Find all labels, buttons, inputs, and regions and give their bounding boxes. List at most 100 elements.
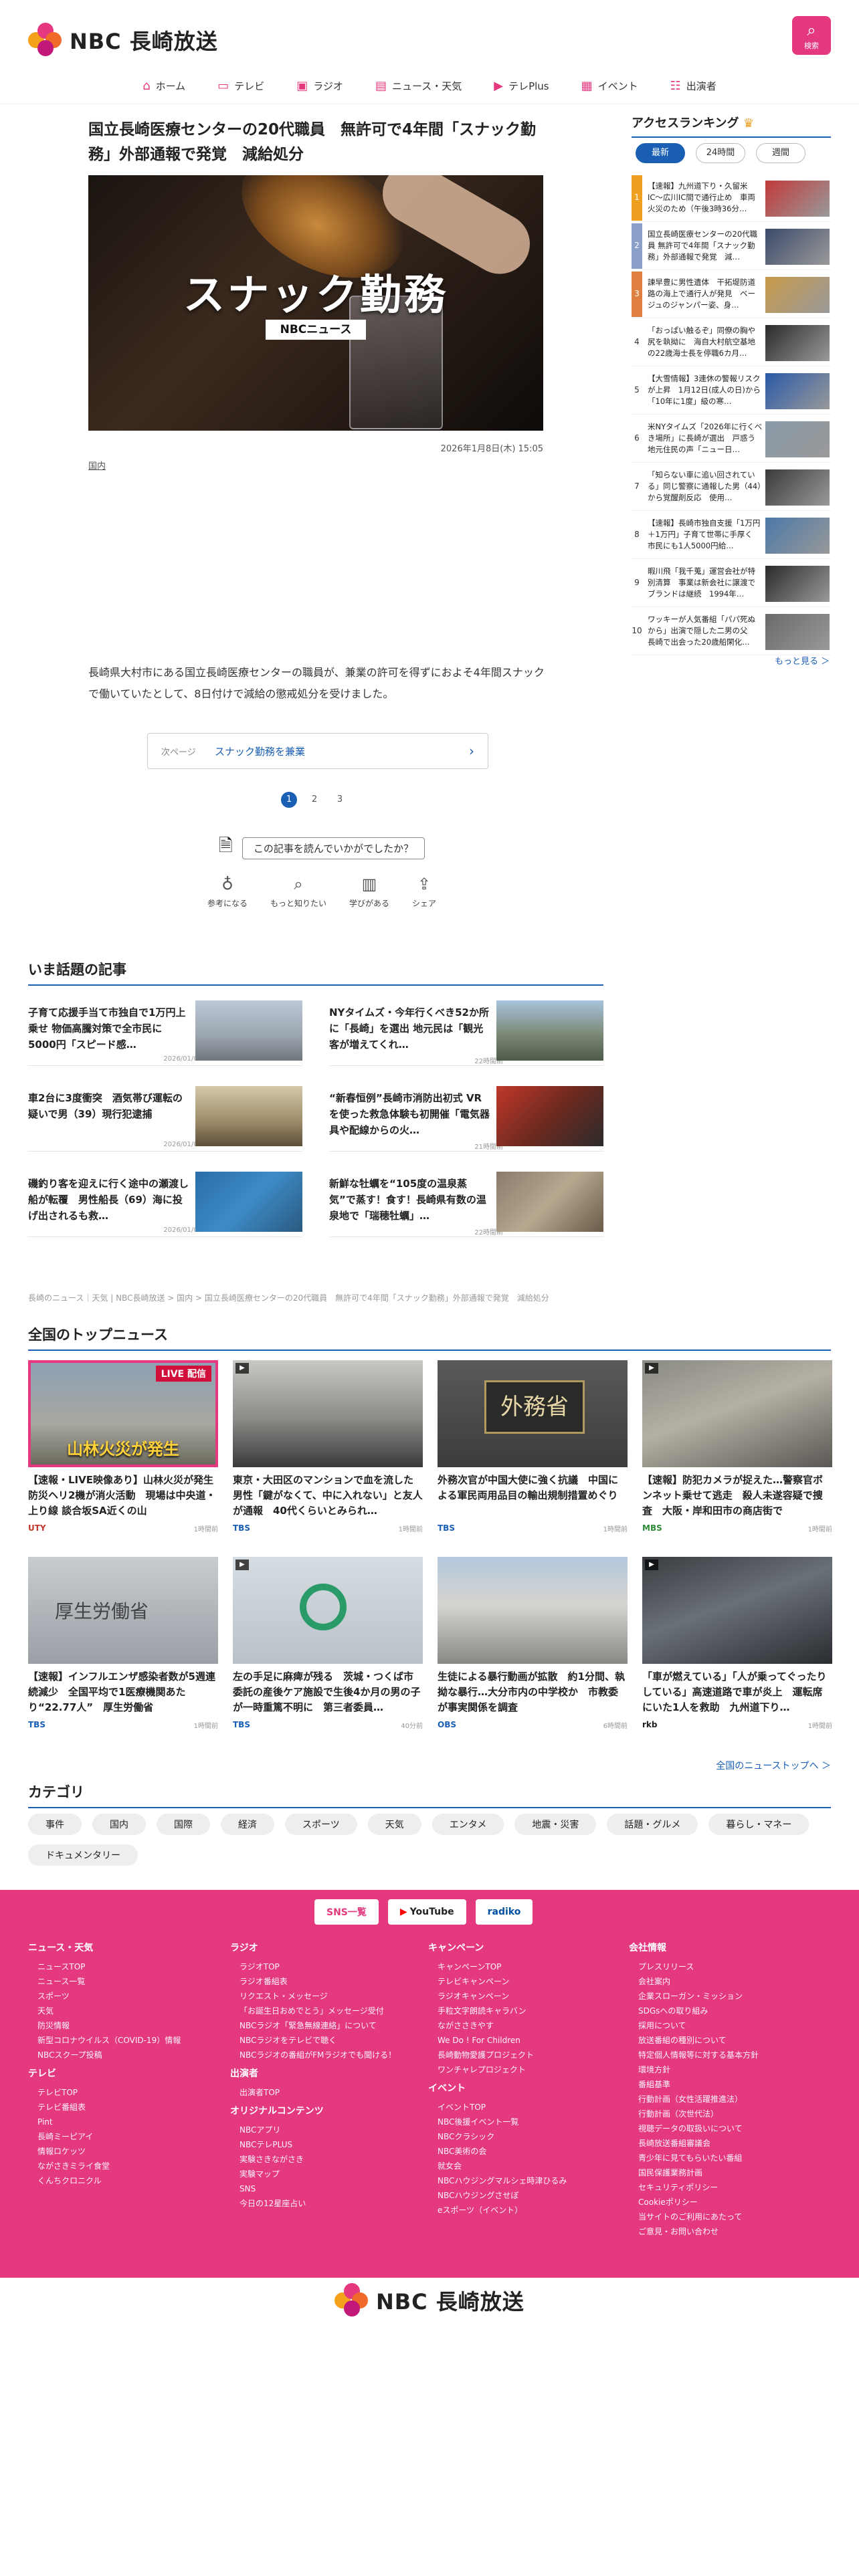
footer-link[interactable]: 実験さきながさき: [230, 2152, 404, 2167]
tab-24h[interactable]: 24時間: [696, 143, 745, 163]
share-button[interactable]: ⇪ シェア: [412, 875, 436, 909]
page-2[interactable]: 2: [306, 792, 322, 808]
radiko-button[interactable]: radiko: [475, 1899, 533, 1925]
footer-link[interactable]: ラジオキャンペーン: [428, 1989, 602, 2004]
footer-link[interactable]: 「お誕生日おめでとう」メッセージ受付: [230, 2004, 404, 2018]
footer-link[interactable]: 長崎ミーピアイ: [28, 2129, 202, 2144]
footer-link[interactable]: 就女会: [428, 2159, 602, 2173]
nav-cast[interactable]: ☷ 出演者: [654, 70, 733, 102]
hot-article-item[interactable]: 磯釣り客を迎えに行く途中の瀬渡し船が転覆 男性船長（69）海に投げ出されるも救……: [28, 1170, 302, 1237]
footer-link[interactable]: 当サイトのご利用にあたって: [629, 2210, 803, 2224]
next-page-button[interactable]: 次ページ スナック勤務を兼業 ›: [147, 733, 488, 769]
feedback-more-button[interactable]: ⌕ もっと知りたい: [270, 875, 326, 909]
footer-link[interactable]: 情報ロケッツ: [28, 2144, 202, 2159]
footer-link[interactable]: NBC美術の会: [428, 2144, 602, 2159]
ranking-more-link[interactable]: もっと見る ＞: [775, 654, 830, 667]
ranking-item[interactable]: 3 諫早豊に男性遺体 干拓堤防道路の海上で通行人が発見 ベージュのジャンパー姿、身…: [632, 272, 831, 318]
footer-link[interactable]: キャンペーンTOP: [428, 1959, 602, 1974]
site-logo[interactable]: NBC 長崎放送: [28, 23, 218, 58]
footer-link[interactable]: プレスリリース: [629, 1959, 803, 1974]
ranking-item[interactable]: 6 米NYタイムズ「2026年に行くべき場所」に長崎が選出 戸惑う地元住民の声「ニ…: [632, 416, 831, 463]
article-category-link[interactable]: 国内: [88, 459, 106, 471]
footer-heading[interactable]: テレビ: [28, 2066, 202, 2080]
footer-link[interactable]: 視聴データの取扱いについて: [629, 2121, 803, 2136]
footer-link[interactable]: テレビ番組表: [28, 2100, 202, 2115]
footer-link[interactable]: 新型コロナウイルス（COVID-19）情報: [28, 2033, 202, 2048]
more-national-news-link[interactable]: 全国のニューストップへ ＞: [716, 1759, 831, 1772]
footer-link[interactable]: 長崎動物愛護プロジェクト: [428, 2048, 602, 2062]
page-3[interactable]: 3: [332, 792, 348, 808]
footer-link[interactable]: NBCラジオ「緊急無線連絡」について: [230, 2018, 404, 2033]
footer-logo[interactable]: NBC 長崎放送: [335, 2283, 524, 2318]
footer-link[interactable]: ながささきやす: [428, 2018, 602, 2033]
footer-heading[interactable]: 出演者: [230, 2066, 404, 2080]
footer-link[interactable]: 番組基準: [629, 2077, 803, 2092]
footer-link[interactable]: くんちクロニクル: [28, 2173, 202, 2188]
footer-link[interactable]: 放送番組の種別について: [629, 2033, 803, 2048]
footer-heading[interactable]: キャンペーン: [428, 1941, 602, 1954]
search-button[interactable]: ⌕ 検索: [792, 16, 831, 55]
footer-link[interactable]: 特定個人情報等に対する基本方針: [629, 2048, 803, 2062]
footer-heading[interactable]: ニュース・天気: [28, 1941, 202, 1954]
footer-link[interactable]: NBC後援イベント一覧: [428, 2115, 602, 2129]
category-chip[interactable]: 事件: [28, 1814, 82, 1835]
footer-link[interactable]: NBCハウジングさせぼ: [428, 2188, 602, 2203]
sns-list-button[interactable]: SNS一覧: [314, 1899, 379, 1925]
top-news-item[interactable]: ▶ 「車が燃えている」「人が乗ってぐったりしている」高速道路で車が炎上 運転席に…: [642, 1557, 832, 1730]
nav-tv[interactable]: ▭ テレビ: [201, 70, 280, 102]
footer-link[interactable]: ニュース一覧: [28, 1974, 202, 1989]
footer-link[interactable]: eスポーツ（イベント）: [428, 2203, 602, 2218]
footer-link[interactable]: 環境方針: [629, 2062, 803, 2077]
footer-link[interactable]: 採用について: [629, 2018, 803, 2033]
nav-event[interactable]: ▦ イベント: [565, 70, 654, 102]
footer-link[interactable]: 今日の12星座占い: [230, 2196, 404, 2211]
category-chip[interactable]: 話題・グルメ: [607, 1814, 698, 1835]
hot-article-item[interactable]: “新春恒例”長崎市消防出初式 VRを使った救急体験も初開催「電気器具や配線からの…: [329, 1085, 603, 1152]
category-chip[interactable]: 地震・災害: [514, 1814, 597, 1835]
footer-heading[interactable]: オリジナルコンテンツ: [230, 2104, 404, 2117]
footer-link[interactable]: NBCハウジングマルシェ時津ひるみ: [428, 2173, 602, 2188]
top-news-item[interactable]: ▶ 左の手足に麻痺が残る 茨城・つくば市委託の産後ケア施設で生後4か月の男の子が…: [233, 1557, 423, 1730]
top-news-item[interactable]: 厚生労働省 【速報】インフルエンザ感染者数が5週連続減少 全国平均で1医療機関あ…: [28, 1557, 218, 1730]
feedback-helpful-button[interactable]: ♁ 参考になる: [207, 875, 248, 909]
footer-link[interactable]: スポーツ: [28, 1989, 202, 2004]
footer-link[interactable]: 行動計画（次世代法）: [629, 2107, 803, 2121]
footer-link[interactable]: ラジオTOP: [230, 1959, 404, 1974]
footer-link[interactable]: セキュリティポリシー: [629, 2180, 803, 2195]
footer-link[interactable]: We Do ! For Children: [428, 2033, 602, 2048]
footer-heading[interactable]: 会社情報: [629, 1941, 803, 1954]
footer-link[interactable]: ニュースTOP: [28, 1959, 202, 1974]
top-news-item[interactable]: 生徒による暴行動画が拡散 約1分間、執拗な暴行…大分市内の中学校か 市教委が事実…: [438, 1557, 628, 1730]
footer-link[interactable]: ご意見・お問い合わせ: [629, 2224, 803, 2239]
footer-link[interactable]: NBCクラシック: [428, 2129, 602, 2144]
footer-link[interactable]: リクエスト・メッセージ: [230, 1989, 404, 2004]
footer-link[interactable]: NBCラジオをテレビで聴く: [230, 2033, 404, 2048]
feedback-learn-button[interactable]: ▥ 学びがある: [349, 875, 389, 909]
page-1[interactable]: 1: [281, 792, 297, 808]
footer-link[interactable]: テレビTOP: [28, 2085, 202, 2100]
top-news-item[interactable]: ▶ 【速報】防犯カメラが捉えた…警察官ボンネット乗せて逃走 殺人未遂容疑で捜査 …: [642, 1360, 832, 1533]
footer-link[interactable]: Cookieポリシー: [629, 2195, 803, 2210]
footer-link[interactable]: Pint: [28, 2115, 202, 2129]
category-chip[interactable]: 国際: [157, 1814, 210, 1835]
footer-link[interactable]: NBCラジオの番組がFMラジオでも聞ける！: [230, 2048, 404, 2062]
footer-link[interactable]: 出演者TOP: [230, 2085, 404, 2100]
footer-link[interactable]: 企業スローガン・ミッション: [629, 1989, 803, 2004]
footer-link[interactable]: 会社案内: [629, 1974, 803, 1989]
nav-teleplus[interactable]: ▶ テレPlus: [478, 70, 565, 102]
ranking-item[interactable]: 9 暇川飛「我千蒐」運営会社が特別清算 事業は新会社に譲渡でブランドは継続 199…: [632, 560, 831, 607]
hot-article-item[interactable]: NYタイムズ・今年行くべき52か所に「長崎」を選出 地元民は「観光客が増えてくれ…: [329, 999, 603, 1066]
footer-link[interactable]: 天気: [28, 2004, 202, 2018]
tab-latest[interactable]: 最新: [636, 143, 685, 163]
footer-link[interactable]: NBCテレPLUS: [230, 2137, 404, 2152]
footer-link[interactable]: テレビキャンペーン: [428, 1974, 602, 1989]
top-news-item[interactable]: 外務省 外務次官が中国大使に強く抗議 中国による軍民両用品目の輸出規制措置めぐり…: [438, 1360, 628, 1533]
footer-link[interactable]: 実験マップ: [230, 2167, 404, 2181]
category-chip[interactable]: 経済: [221, 1814, 274, 1835]
footer-link[interactable]: SDGsへの取り組み: [629, 2004, 803, 2018]
footer-link[interactable]: 国民保護業務計画: [629, 2165, 803, 2180]
footer-link[interactable]: 行動計画（女性活躍推進法）: [629, 2092, 803, 2107]
ranking-item[interactable]: 2 国立長崎医療センターの20代職員 無許可で4年間「スナック勤務」外部通報で発覚…: [632, 223, 831, 270]
nav-news[interactable]: ▤ ニュース・天気: [359, 70, 478, 102]
footer-link[interactable]: 防災情報: [28, 2018, 202, 2033]
